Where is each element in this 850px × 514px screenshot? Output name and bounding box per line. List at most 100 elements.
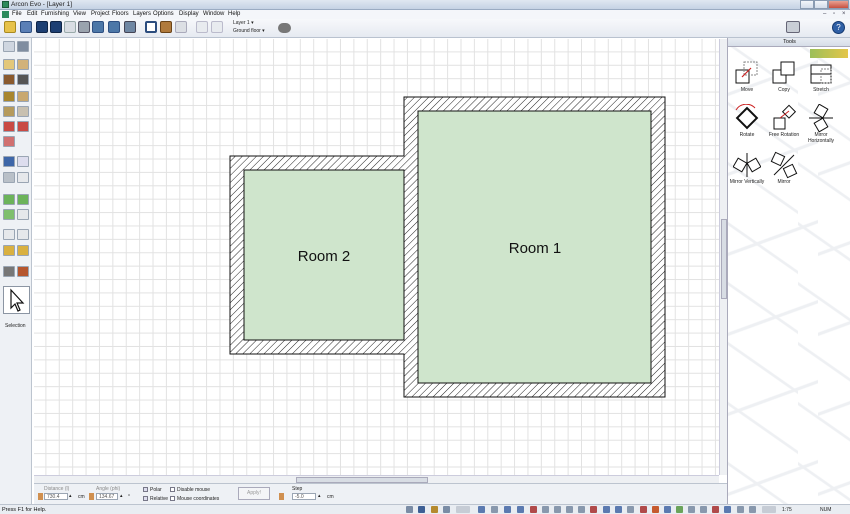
- status-hatch-icon[interactable]: [676, 506, 683, 513]
- render-icon[interactable]: [92, 21, 104, 33]
- light-tool-icon[interactable]: [17, 156, 29, 167]
- status-plant-icon[interactable]: [603, 506, 610, 513]
- status-group-icon[interactable]: [700, 506, 707, 513]
- angle-spinner-icon[interactable]: ▴: [120, 493, 123, 499]
- minimize-button[interactable]: [800, 0, 814, 9]
- zoom-fit-icon[interactable]: [124, 21, 136, 33]
- panel-view-options-icon[interactable]: [810, 49, 848, 58]
- tool-stretch[interactable]: Stretch: [803, 59, 839, 94]
- menu-view[interactable]: View: [73, 11, 86, 17]
- tool-mirror[interactable]: Mirror: [766, 151, 802, 186]
- drawing-canvas[interactable]: Room 2 Room 1: [34, 39, 719, 475]
- select-arrow-icon[interactable]: [3, 41, 15, 52]
- person-tool-icon[interactable]: [3, 172, 15, 183]
- redo-icon[interactable]: [50, 21, 62, 33]
- status-dimension-icon[interactable]: [640, 506, 647, 513]
- close-button[interactable]: [828, 0, 849, 9]
- status-tree-icon[interactable]: [749, 506, 756, 513]
- status-light-icon[interactable]: [578, 506, 585, 513]
- grid-snap-icon[interactable]: [211, 21, 223, 33]
- status-wall-icon[interactable]: [491, 506, 498, 513]
- line-tool-icon[interactable]: [17, 245, 29, 256]
- roof-window-icon[interactable]: [3, 136, 15, 147]
- menu-window[interactable]: Window: [203, 11, 224, 17]
- tool-mirror-horizontally[interactable]: Mirror Horizontally: [803, 104, 839, 144]
- plant-tool-icon[interactable]: [17, 172, 29, 183]
- tool-rotate[interactable]: Rotate: [729, 104, 765, 139]
- floor-selector[interactable]: Ground floor ▾: [233, 28, 265, 34]
- floor-options-icon[interactable]: [278, 23, 291, 33]
- mdi-minimize-icon[interactable]: –: [823, 11, 826, 17]
- furniture-tool-icon[interactable]: [3, 156, 15, 167]
- door-tool-icon[interactable]: [3, 74, 15, 85]
- column-tool-icon[interactable]: [3, 106, 15, 117]
- status-measure-icon[interactable]: [443, 506, 450, 513]
- ceiling-tool-icon[interactable]: [17, 91, 29, 102]
- status-snap-icon[interactable]: [406, 506, 413, 513]
- status-area-icon[interactable]: [627, 506, 634, 513]
- distance-input[interactable]: 730.4: [44, 493, 68, 500]
- menu-options[interactable]: Options: [153, 11, 174, 17]
- roof-tool-icon[interactable]: [3, 121, 15, 132]
- vertical-scrollbar[interactable]: [719, 39, 727, 475]
- snap-icon[interactable]: [196, 21, 208, 33]
- camera-icon[interactable]: [108, 21, 120, 33]
- status-door-icon[interactable]: [517, 506, 524, 513]
- menu-help[interactable]: Help: [228, 11, 240, 17]
- status-stairs-icon[interactable]: [542, 506, 549, 513]
- undo-icon[interactable]: [36, 21, 48, 33]
- distance-spinner-icon[interactable]: ▴: [69, 493, 72, 499]
- distance-lock-icon[interactable]: [38, 493, 43, 500]
- tool-free-rotation[interactable]: Free Rotation: [766, 104, 802, 139]
- selection-tool-box[interactable]: [3, 286, 30, 314]
- mouse-coordinates-checkbox[interactable]: [170, 496, 175, 501]
- wall-tool-icon[interactable]: [3, 59, 15, 70]
- terrain-edit-icon[interactable]: [17, 194, 29, 205]
- status-furniture-icon[interactable]: [566, 506, 573, 513]
- status-edit-icon[interactable]: [724, 506, 731, 513]
- apply-button[interactable]: Apply!: [238, 487, 270, 500]
- relative-checkbox[interactable]: [143, 496, 148, 501]
- chimney-tool-icon[interactable]: [17, 106, 29, 117]
- menu-project[interactable]: Project: [91, 11, 110, 17]
- help-icon[interactable]: ?: [832, 21, 845, 34]
- status-grid-icon[interactable]: [418, 506, 425, 513]
- status-zoom-icon[interactable]: [762, 506, 776, 513]
- tool-copy[interactable]: Copy: [766, 59, 802, 94]
- window-tool-icon[interactable]: [17, 74, 29, 85]
- print-icon[interactable]: [78, 21, 90, 33]
- layer-selector[interactable]: Layer 1 ▾: [233, 20, 254, 26]
- status-pencil-icon[interactable]: [431, 506, 438, 513]
- status-abc-icon[interactable]: [712, 506, 719, 513]
- stairs-tool-icon[interactable]: [3, 91, 15, 102]
- mdi-close-icon[interactable]: ×: [842, 11, 846, 17]
- angle-lock-icon[interactable]: [89, 493, 94, 500]
- symbol-tool-icon[interactable]: [17, 266, 29, 277]
- tool-move[interactable]: Move: [729, 59, 765, 94]
- status-person2-icon[interactable]: [737, 506, 744, 513]
- step-lock-icon[interactable]: [279, 493, 284, 500]
- status-layers-icon[interactable]: [478, 506, 485, 513]
- status-room-icon[interactable]: [504, 506, 511, 513]
- disable-mouse-checkbox[interactable]: [170, 487, 175, 492]
- pan-icon[interactable]: [17, 41, 29, 52]
- menu-edit[interactable]: Edit: [27, 11, 37, 17]
- step-input[interactable]: -5.0: [292, 493, 316, 500]
- dimension-tool-icon[interactable]: [3, 229, 15, 240]
- dormer-tool-icon[interactable]: [17, 121, 29, 132]
- open-folder-icon[interactable]: [4, 21, 16, 33]
- save-icon[interactable]: [20, 21, 32, 33]
- angle-input[interactable]: 134.67: [96, 493, 118, 500]
- menu-floors[interactable]: Floors: [112, 11, 129, 17]
- step-spinner-icon[interactable]: ▴: [318, 493, 321, 499]
- horizontal-scrollbar[interactable]: [34, 475, 719, 483]
- terrain-tool-icon[interactable]: [3, 194, 15, 205]
- text-tool-icon[interactable]: [17, 229, 29, 240]
- status-line-icon[interactable]: [664, 506, 671, 513]
- menu-display[interactable]: Display: [179, 11, 199, 17]
- walk-icon[interactable]: [175, 21, 187, 33]
- area-tool-icon[interactable]: [3, 209, 15, 220]
- room-tool-icon[interactable]: [17, 59, 29, 70]
- group-tool-icon[interactable]: [3, 266, 15, 277]
- view-3d-icon[interactable]: [160, 21, 172, 33]
